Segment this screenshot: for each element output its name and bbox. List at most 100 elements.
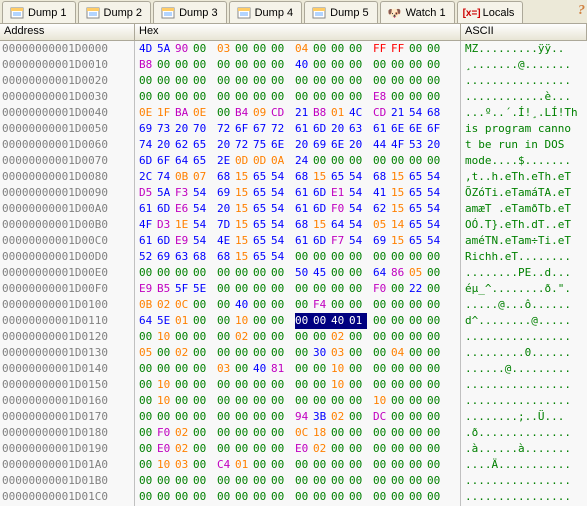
hex-row[interactable]: 00000000001D0020000000000000000000000000… bbox=[0, 73, 587, 89]
byte: 00 bbox=[271, 473, 289, 489]
hex-row[interactable]: 00000000001D00004D5A90000300000004000000… bbox=[0, 41, 587, 57]
tab-locals[interactable]: [x=]Locals bbox=[457, 1, 524, 23]
hex-row[interactable]: 00000000001D019000E0020000000000E0020000… bbox=[0, 441, 587, 457]
hex-row[interactable]: 00000000001D01B0000000000000000000000000… bbox=[0, 473, 587, 489]
tab-dump-1[interactable]: Dump 1 bbox=[2, 1, 76, 23]
address-cell: 00000000001D0020 bbox=[0, 73, 135, 89]
byte: 00 bbox=[349, 89, 367, 105]
byte: 52 bbox=[139, 249, 157, 265]
hex-cell: 645E0100001000000000400100000000 bbox=[135, 313, 461, 329]
header-address[interactable]: Address bbox=[0, 24, 135, 40]
byte: 72 bbox=[217, 121, 235, 137]
tab-label: Dump 2 bbox=[104, 7, 143, 19]
hex-row[interactable]: 00000000001D00706D6F64652E0D0D0A24000000… bbox=[0, 153, 587, 169]
tab-dump-3[interactable]: Dump 3 bbox=[153, 1, 227, 23]
byte: 7D bbox=[217, 217, 235, 233]
hex-row[interactable]: 00000000001D01A000100300C401000000000000… bbox=[0, 457, 587, 473]
byte: 00 bbox=[139, 73, 157, 89]
hex-row[interactable]: 00000000001D00400E1FBA0E00B409CD21B8014C… bbox=[0, 105, 587, 121]
hex-row[interactable]: 00000000001D00B04FD31E547D15655468156454… bbox=[0, 217, 587, 233]
hex-row[interactable]: 00000000001D01700000000000000000943B0200… bbox=[0, 409, 587, 425]
hex-row[interactable]: 00000000001D0010B80000000000000040000000… bbox=[0, 57, 587, 73]
byte: 00 bbox=[139, 425, 157, 441]
byte: 00 bbox=[349, 73, 367, 89]
ascii-cell: is program canno bbox=[461, 121, 587, 137]
byte: 00 bbox=[271, 313, 289, 329]
byte: 02 bbox=[157, 297, 175, 313]
hex-row[interactable]: 00000000001D0150001000000000000000001000… bbox=[0, 377, 587, 393]
byte: 00 bbox=[409, 73, 427, 89]
byte: 00 bbox=[373, 73, 391, 89]
byte: 64 bbox=[175, 153, 193, 169]
byte: 00 bbox=[373, 313, 391, 329]
hex-row[interactable]: 00000000001D00C0616DE9544E156554616DF754… bbox=[0, 233, 587, 249]
hex-row[interactable]: 00000000001D0130050002000000000000300300… bbox=[0, 345, 587, 361]
byte: 00 bbox=[295, 329, 313, 345]
byte: 40 bbox=[235, 297, 253, 313]
hex-cell: 00000000000000000000000000000000 bbox=[135, 473, 461, 489]
byte: 00 bbox=[193, 41, 211, 57]
hex-cell: 69732070726F6772616D2063616E6E6F bbox=[135, 121, 461, 137]
hex-cell: 52696368681565540000000000000000 bbox=[135, 249, 461, 265]
hex-cell: E9B55F5E0000000000000000F0002200 bbox=[135, 281, 461, 297]
hex-row[interactable]: 00000000001D00E0000000000000000050450000… bbox=[0, 265, 587, 281]
help-icon[interactable]: ? bbox=[578, 3, 585, 19]
hex-row[interactable]: 00000000001D0160001000000000000000000000… bbox=[0, 393, 587, 409]
byte: 61 bbox=[295, 201, 313, 217]
hex-cell: 00000000000000000000000000000000 bbox=[135, 73, 461, 89]
hex-row[interactable]: 00000000001D00802C740B076815655468156554… bbox=[0, 169, 587, 185]
hex-row[interactable]: 00000000001D018000F00200000000000C180000… bbox=[0, 425, 587, 441]
byte: 00 bbox=[409, 57, 427, 73]
byte: 10 bbox=[157, 457, 175, 473]
tab-watch-1[interactable]: 🐶Watch 1 bbox=[380, 1, 455, 23]
byte: 00 bbox=[253, 473, 271, 489]
byte: 54 bbox=[349, 185, 367, 201]
tab-dump-4[interactable]: Dump 4 bbox=[229, 1, 303, 23]
byte: 00 bbox=[235, 473, 253, 489]
header-hex[interactable]: Hex bbox=[135, 24, 461, 40]
hex-row[interactable]: 00000000001D0030000000000000000000000000… bbox=[0, 89, 587, 105]
byte: 00 bbox=[253, 313, 271, 329]
hex-row[interactable]: 00000000001D0110645E01000010000000004001… bbox=[0, 313, 587, 329]
byte: 54 bbox=[271, 233, 289, 249]
byte: 00 bbox=[193, 89, 211, 105]
address-cell: 00000000001D00A0 bbox=[0, 201, 135, 217]
byte: 00 bbox=[157, 345, 175, 361]
header-ascii[interactable]: ASCII bbox=[461, 24, 587, 40]
hex-row[interactable]: 00000000001D00A0616DE65420156554616DF054… bbox=[0, 201, 587, 217]
byte: 00 bbox=[427, 73, 445, 89]
byte: 90 bbox=[175, 41, 193, 57]
hex-row[interactable]: 00000000001D0120001000000002000000000200… bbox=[0, 329, 587, 345]
byte: 00 bbox=[373, 329, 391, 345]
byte: B8 bbox=[313, 105, 331, 121]
byte: 74 bbox=[157, 169, 175, 185]
tab-dump-2[interactable]: Dump 2 bbox=[78, 1, 152, 23]
hex-row[interactable]: 00000000001D0140000000000300408100001000… bbox=[0, 361, 587, 377]
byte: 65 bbox=[253, 217, 271, 233]
byte: 00 bbox=[175, 489, 193, 505]
byte: 15 bbox=[313, 169, 331, 185]
byte: 00 bbox=[193, 73, 211, 89]
hex-row[interactable]: 00000000001D01C0000000000000000000000000… bbox=[0, 489, 587, 505]
byte: 00 bbox=[409, 297, 427, 313]
hex-row[interactable]: 00000000001D00D0526963686815655400000000… bbox=[0, 249, 587, 265]
byte: E8 bbox=[373, 89, 391, 105]
byte: 00 bbox=[427, 57, 445, 73]
byte: 00 bbox=[217, 265, 235, 281]
hex-row[interactable]: 00000000001D005069732070726F6772616D2063… bbox=[0, 121, 587, 137]
byte: 00 bbox=[427, 377, 445, 393]
hex-dump-body[interactable]: 00000000001D00004D5A90000300000004000000… bbox=[0, 41, 587, 506]
byte: 21 bbox=[391, 105, 409, 121]
hex-row[interactable]: 00000000001D0090D55AF35469156554616DE154… bbox=[0, 185, 587, 201]
byte: 5E bbox=[193, 281, 211, 297]
byte: 00 bbox=[331, 265, 349, 281]
tab-dump-5[interactable]: Dump 5 bbox=[304, 1, 378, 23]
hex-row[interactable]: 00000000001D0060742062652072756E20696E20… bbox=[0, 137, 587, 153]
hex-row[interactable]: 00000000001D01000B020C000040000000F40000… bbox=[0, 297, 587, 313]
ascii-cell: ................ bbox=[461, 73, 587, 89]
byte: 00 bbox=[331, 441, 349, 457]
byte: 00 bbox=[193, 489, 211, 505]
hex-row[interactable]: 00000000001D00F0E9B55F5E0000000000000000… bbox=[0, 281, 587, 297]
byte: 65 bbox=[253, 201, 271, 217]
byte: 00 bbox=[409, 89, 427, 105]
